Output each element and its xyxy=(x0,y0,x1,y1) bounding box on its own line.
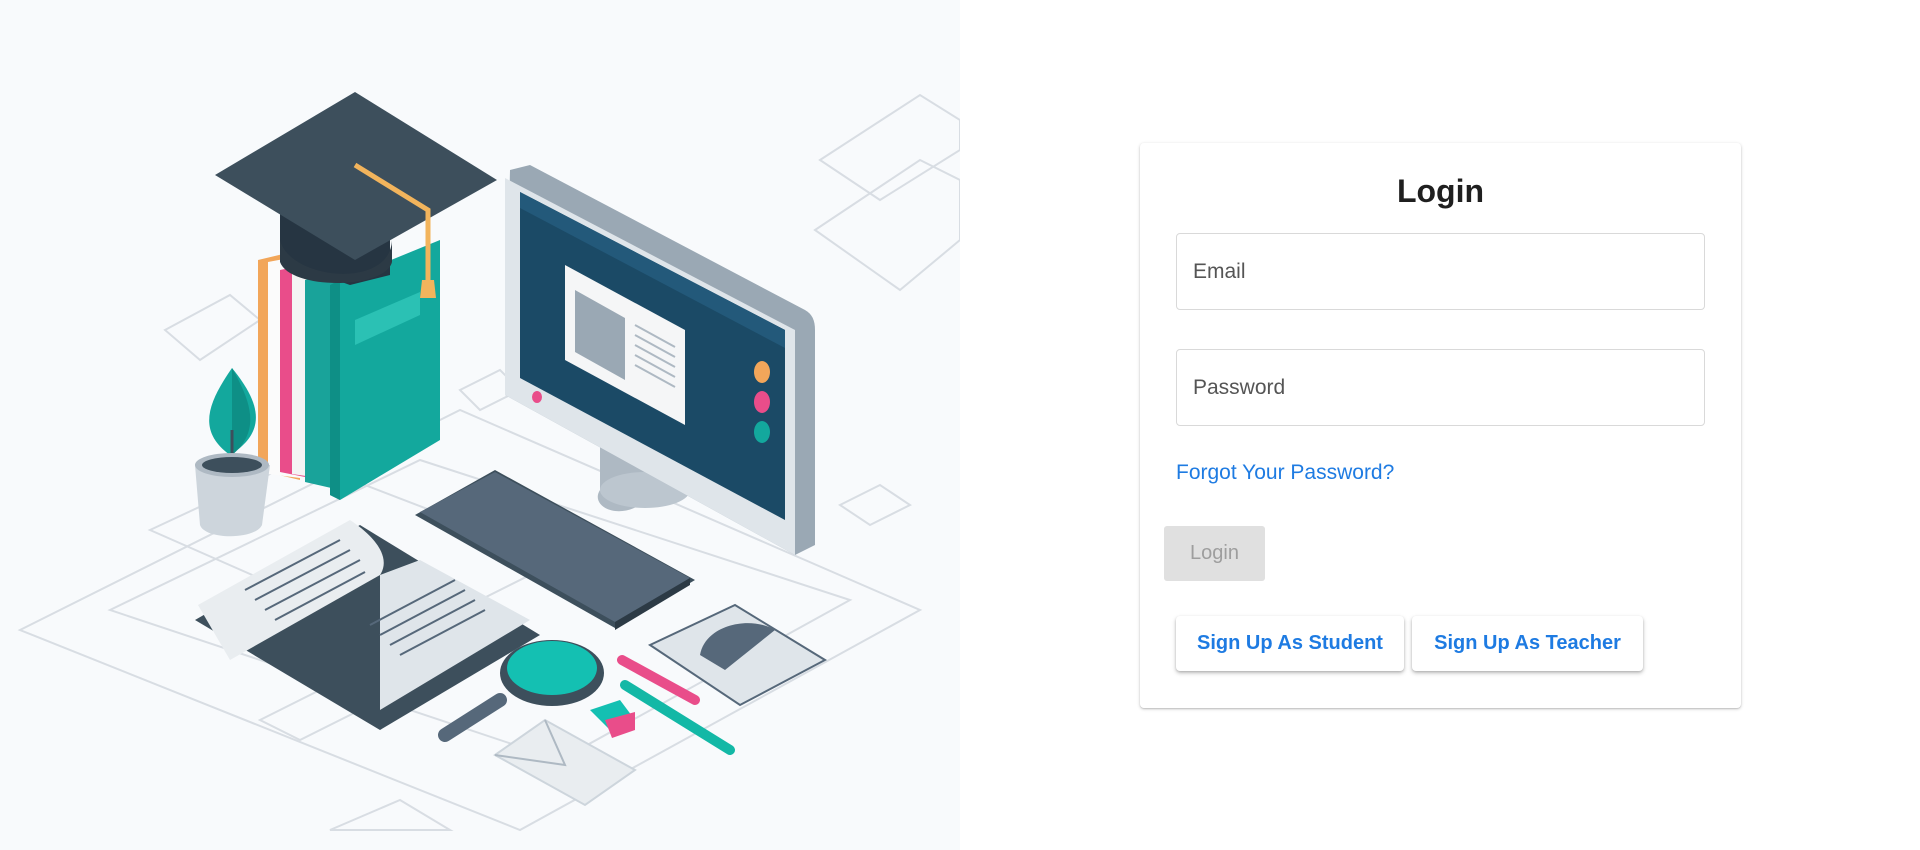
illustration-panel xyxy=(0,0,960,850)
password-field[interactable] xyxy=(1176,349,1705,426)
login-card: Login Forgot Your Password? Login Sign U… xyxy=(1140,143,1741,708)
education-illustration xyxy=(17,92,960,832)
graduation-cap-icon xyxy=(215,92,497,298)
forgot-password-link[interactable]: Forgot Your Password? xyxy=(1176,461,1394,485)
signup-teacher-button[interactable]: Sign Up As Teacher xyxy=(1412,616,1643,671)
monitor-icon xyxy=(505,165,815,555)
email-field[interactable] xyxy=(1176,233,1705,310)
login-button[interactable]: Login xyxy=(1164,526,1265,581)
login-title: Login xyxy=(1396,173,1485,209)
signup-student-button[interactable]: Sign Up As Student xyxy=(1176,616,1404,671)
